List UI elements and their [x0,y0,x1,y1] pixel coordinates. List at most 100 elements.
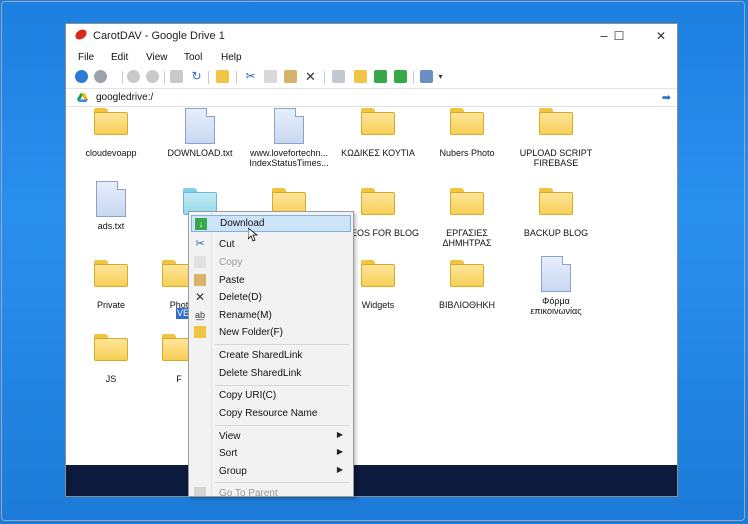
menu-help[interactable]: Help [221,52,242,63]
file-item[interactable]: ΕΡΓΑΣΙΕΣ ΔΗΜΗΤΡΑΣ [426,188,508,248]
open-folder-icon[interactable] [216,70,229,83]
document-icon [541,256,571,292]
menu-item-new-folder[interactable]: New Folder(F) [191,324,351,341]
file-label: ΕΡΓΑΣΙΕΣ ΔΗΜΗΤΡΑΣ [442,228,492,248]
document-icon [274,108,304,144]
menu-separator [215,482,349,483]
folder-icon [94,260,128,287]
paste-icon[interactable] [284,70,297,83]
file-item[interactable]: DOWNLOAD.txt [159,108,241,158]
cut-icon: ✂ [195,238,205,250]
menu-item-download[interactable]: ↓ Download [191,215,351,232]
file-item[interactable]: Nubers Photo [426,108,508,158]
file-item[interactable]: www.lovefortechn... IndexStatusTimes... [248,108,330,168]
menu-edit[interactable]: Edit [111,52,128,63]
forward-icon[interactable] [146,70,159,83]
download-icon[interactable] [394,70,407,83]
submenu-arrow-icon: ▶ [336,465,343,474]
folder-icon [539,188,573,215]
menu-item-copy[interactable]: Copy [191,254,351,271]
file-label: Nubers Photo [439,148,495,158]
folder-icon [450,188,484,215]
folder-icon [361,260,395,287]
menu-item-create-sharedlink[interactable]: Create SharedLink [191,347,351,364]
menu-item-delete[interactable]: ✕ Delete(D) [191,289,351,306]
go-arrow-icon[interactable]: ➡ [662,91,671,104]
menu-item-copy-uri[interactable]: Copy URI(C) [191,387,351,404]
menu-separator [215,425,349,426]
menu-item-label: Group [219,466,247,477]
folder-icon [361,188,395,215]
file-item[interactable]: cloudevoapp [70,108,152,158]
document-icon [96,181,126,217]
paste-icon [194,274,206,286]
menu-item-view[interactable]: View ▶ [191,428,351,445]
delete-icon: ✕ [194,290,206,304]
google-drive-icon [77,92,88,103]
folder-icon [94,334,128,361]
file-label: www.lovefortechn... IndexStatusTimes... [249,148,329,168]
close-button[interactable]: ✕ [646,26,676,46]
file-item[interactable]: Φόρμα επικοινωνίας [515,256,597,316]
menu-tool[interactable]: Tool [184,52,202,63]
folder-icon [450,108,484,135]
menu-item-label: Sort [219,448,238,459]
toolbar-separator [324,71,325,84]
file-label: ΚΩΔΙΚΕΣ ΚΟΥΤΙΑ [341,148,415,158]
globe-icon[interactable] [75,70,88,83]
properties-icon[interactable] [332,70,345,83]
up-folder-icon [194,487,206,496]
delete-icon[interactable]: ✕ [304,70,317,83]
menu-item-paste[interactable]: Paste [191,272,351,289]
upload-icon[interactable] [374,70,387,83]
menu-file[interactable]: File [78,52,94,63]
menu-item-label: Copy URI(C) [219,390,277,401]
file-item[interactable]: UPLOAD SCRIPT FIREBASE [515,108,597,168]
file-item[interactable]: ΒΙΒΛΙΟΘΗΚΗ [426,260,508,310]
menu-separator [215,385,349,386]
toolbar-separator [122,71,123,84]
menu-item-copy-resource-name[interactable]: Copy Resource Name [191,405,351,422]
cut-icon[interactable]: ✂ [244,70,257,83]
menu-item-sort[interactable]: Sort ▶ [191,445,351,462]
menu-item-rename[interactable]: a͟b Rename(M) [191,307,351,324]
new-folder-icon[interactable] [354,70,367,83]
folder-icon [94,108,128,135]
toolbar-separator [164,71,165,84]
mouse-cursor-icon [248,228,258,242]
copy-icon[interactable] [264,70,277,83]
copy-icon [194,256,206,268]
disconnect-icon[interactable] [94,70,107,83]
file-label: ads.txt [97,221,125,231]
toolbar-separator [413,71,414,84]
file-label: cloudevoapp [85,148,137,158]
menu-item-go-to-parent[interactable]: Go To Parent [191,485,351,496]
carrot-app-icon [73,28,89,41]
menu-item-label: Paste [219,275,245,286]
chevron-down-icon[interactable]: ▾ [434,70,447,83]
file-item[interactable]: ads.txt [70,181,152,231]
menu-bar: File Edit View Tool Help [66,49,677,67]
taskbar [66,465,677,496]
address-path[interactable]: googledrive:/ [96,92,153,103]
menu-item-label: Copy Resource Name [219,408,318,419]
file-item[interactable]: ΚΩΔΙΚΕΣ ΚΟΥΤΙΑ [337,108,419,158]
window-title: CarotDAV - Google Drive 1 [93,30,225,42]
folder-icon [361,108,395,135]
menu-item-label: Delete SharedLink [219,368,302,379]
up-folder-icon[interactable] [170,70,183,83]
document-icon [185,108,215,144]
menu-item-delete-sharedlink[interactable]: Delete SharedLink [191,365,351,382]
menu-view[interactable]: View [146,52,168,63]
file-item[interactable]: BACKUP BLOG [515,188,597,238]
refresh-icon[interactable]: ↻ [190,70,203,83]
download-icon: ↓ [195,218,207,230]
file-label: UPLOAD SCRIPT FIREBASE [519,148,593,168]
menu-item-label: Cut [219,239,235,250]
view-mode-icon[interactable] [420,70,433,83]
context-menu: ↓ Download ✂ Cut Copy Paste ✕ Delete(D) … [188,211,354,497]
back-icon[interactable] [127,70,140,83]
maximize-button[interactable]: ☐ [604,26,634,46]
menu-item-cut[interactable]: ✂ Cut [191,236,351,253]
menu-item-group[interactable]: Group ▶ [191,463,351,480]
